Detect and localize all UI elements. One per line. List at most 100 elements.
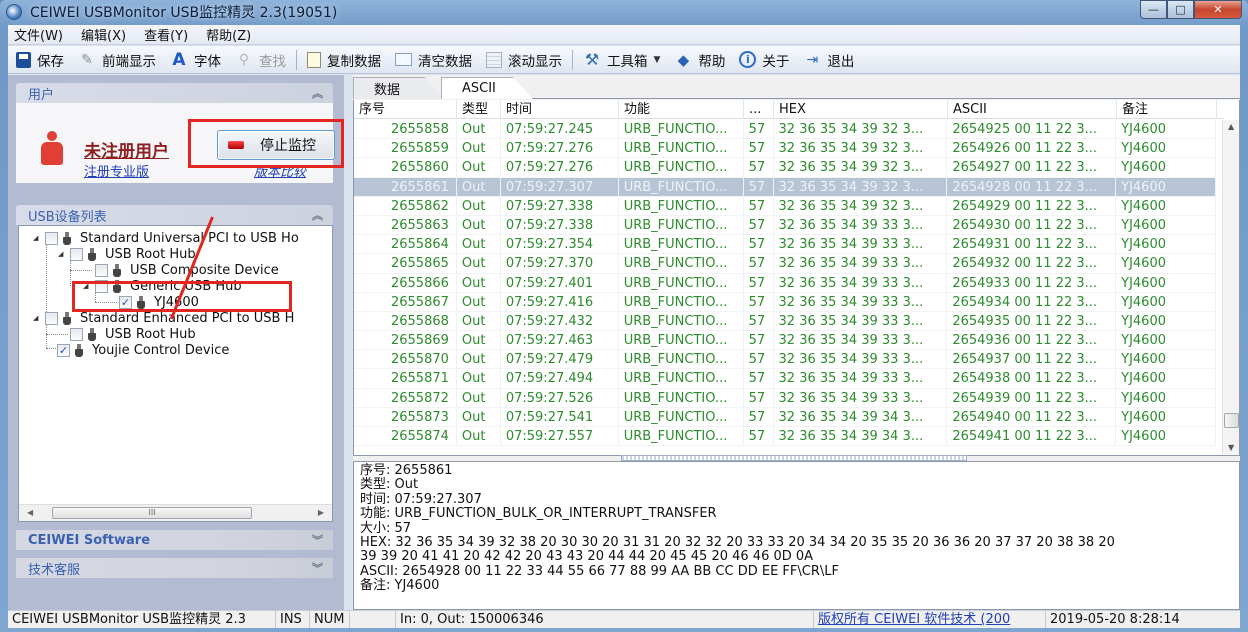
table-row[interactable]: 2655859 Out 07:59:27.276 URB_FUNCTIO... 57 32… [354, 139, 1217, 159]
column-header-type[interactable]: 类型 [457, 100, 501, 118]
save-button[interactable]: 保存 [16, 50, 64, 70]
scroll-display-button[interactable]: 滚动显示 [486, 50, 562, 70]
cell-note: YJ4600 [1116, 215, 1217, 235]
cell-seq: 2655871 [354, 369, 457, 388]
scrollbar-thumb[interactable] [1224, 413, 1239, 428]
cell-size: 57 [744, 388, 774, 407]
cell-size: 57 [744, 139, 774, 158]
tree-item-usb-root-hub[interactable]: ◢ USB Root Hub [58, 246, 196, 262]
column-header-seq[interactable]: 序号 [354, 100, 457, 118]
scroll-up-icon[interactable]: ▲ [1228, 122, 1234, 131]
scroll-icon [486, 51, 502, 68]
tree-expand-icon[interactable]: ◢ [33, 234, 41, 242]
scroll-right-icon[interactable]: ▶ [318, 508, 324, 517]
tree-expand-icon[interactable]: ◢ [33, 314, 41, 322]
tree-item-usb-root-hub-2[interactable]: USB Root Hub [70, 326, 196, 342]
copyright-link[interactable]: 版权所有 CEIWEI 软件技术 (200 [814, 611, 1046, 628]
help-button[interactable]: ◆ 帮助 [674, 50, 726, 70]
scroll-down-icon[interactable]: ▼ [1228, 443, 1234, 452]
column-header-note[interactable]: 备注 [1117, 100, 1217, 118]
grid-vertical-scrollbar[interactable]: ▲ ▼ [1222, 120, 1239, 454]
cell-seq: 2655861 [354, 177, 457, 196]
cell-size: 57 [744, 311, 774, 331]
checkbox[interactable] [45, 231, 58, 245]
detail-line: 时间: 07:59:27.307 [360, 491, 482, 507]
expand-icon[interactable]: ︾ [312, 532, 323, 548]
table-row[interactable]: 2655864 Out 07:59:27.354 URB_FUNCTIO... 57 32… [354, 235, 1217, 255]
table-row[interactable]: 2655862 Out 07:59:27.338 URB_FUNCTIO... 57 32… [354, 196, 1217, 216]
column-header-function[interactable]: 功能 [619, 100, 744, 118]
info-icon: i [739, 51, 757, 68]
table-row-selected[interactable]: 2655861 Out 07:59:27.307 URB_FUNCTIO... 57 32… [354, 177, 1217, 197]
scrollbar-thumb[interactable]: III [52, 507, 252, 519]
grid-header: 序号 类型 时间 功能 ... HEX ASCII 备注 [354, 100, 1224, 119]
column-header-time[interactable]: 时间 [501, 100, 619, 118]
maximize-button[interactable]: □ [1167, 0, 1194, 19]
font-button[interactable]: A 字体 [170, 50, 221, 70]
close-button[interactable]: ✕ [1194, 0, 1242, 19]
expand-icon[interactable]: ︾ [312, 560, 323, 576]
table-row[interactable]: 2655871 Out 07:59:27.494 URB_FUNCTIO... 57 32… [354, 369, 1217, 389]
clear-data-button[interactable]: 清空数据 [395, 50, 472, 70]
table-row[interactable]: 2655863 Out 07:59:27.338 URB_FUNCTIO... 57 32… [354, 215, 1217, 236]
table-row[interactable]: 2655874 Out 07:59:27.557 URB_FUNCTIO... 57 32… [354, 427, 1217, 447]
cell-size: 57 [744, 427, 774, 446]
cell-size: 57 [744, 177, 774, 196]
cell-time: 07:59:27.541 [501, 407, 619, 426]
tree-item-pci-enhanced[interactable]: ◢ Standard Enhanced PCI to USB H [33, 310, 294, 326]
checkbox[interactable] [45, 311, 58, 325]
table-row[interactable]: 2655872 Out 07:59:27.526 URB_FUNCTIO... 57 32… [354, 388, 1217, 408]
toolbox-button[interactable]: ⚒ 工具箱 ▼ [583, 50, 661, 70]
collapse-icon[interactable]: ︽ [312, 85, 323, 101]
table-row[interactable]: 2655867 Out 07:59:27.416 URB_FUNCTIO... 57 32… [354, 292, 1217, 312]
device-list-header[interactable]: USB设备列表 ︽ [16, 205, 333, 225]
unregistered-user-link[interactable]: 未注册用户 [84, 137, 169, 162]
table-row[interactable]: 2655866 Out 07:59:27.401 URB_FUNCTIO... 57 32… [354, 273, 1217, 293]
checkbox-checked[interactable]: ✓ [57, 343, 70, 357]
tab-data[interactable]: 数据 [353, 77, 445, 99]
table-row[interactable]: 2655860 Out 07:59:27.276 URB_FUNCTIO... 57 32… [354, 158, 1217, 178]
menu-view[interactable]: 查看(Y) [144, 25, 188, 44]
front-display-button[interactable]: ✎ 前端显示 [78, 50, 156, 70]
scroll-left-icon[interactable]: ◀ [27, 508, 33, 517]
collapse-icon[interactable]: ︽ [312, 207, 323, 223]
minimize-button[interactable]: — [1140, 0, 1167, 19]
user-panel-header[interactable]: 用户 ︽ [16, 83, 333, 103]
dropdown-arrow-icon: ▼ [653, 54, 661, 65]
cell-seq: 2655868 [354, 311, 457, 331]
cell-hex: 32 36 35 34 39 34 3... [774, 427, 948, 446]
cell-time: 07:59:27.307 [501, 177, 619, 196]
tree-expand-icon[interactable]: ◢ [58, 250, 66, 258]
checkbox[interactable] [95, 263, 108, 277]
menu-help[interactable]: 帮助(Z) [206, 25, 251, 44]
register-pro-link[interactable]: 注册专业版 [84, 161, 149, 180]
table-row[interactable]: 2655865 Out 07:59:27.370 URB_FUNCTIO... 57 32… [354, 254, 1217, 274]
tree-horizontal-scrollbar[interactable]: ◀ III ▶ [19, 504, 332, 521]
find-button[interactable]: ⚲ 查找 [235, 50, 286, 70]
table-row[interactable]: 2655870 Out 07:59:27.479 URB_FUNCTIO... 57 32… [354, 350, 1217, 370]
cell-time: 07:59:27.338 [501, 215, 619, 235]
usb-plug-icon [63, 231, 71, 245]
table-row[interactable]: 2655873 Out 07:59:27.541 URB_FUNCTIO... 57 32… [354, 407, 1217, 427]
tab-ascii[interactable]: ASCII [441, 77, 533, 99]
tree-item-youjie-control[interactable]: ✓ Youjie Control Device [57, 342, 229, 358]
table-row[interactable]: 2655868 Out 07:59:27.432 URB_FUNCTIO... 57 32… [354, 311, 1217, 332]
copy-data-button[interactable]: 复制数据 [307, 50, 381, 70]
cell-ascii: 2654929 00 11 22 3... [947, 196, 1117, 215]
exit-button[interactable]: ⇥ 退出 [803, 50, 855, 70]
detail-line: HEX: 32 36 35 34 39 32 38 20 30 30 20 31… [360, 535, 1115, 551]
cell-note: YJ4600 [1116, 254, 1217, 273]
column-header-hex[interactable]: HEX [774, 100, 948, 118]
column-header-size[interactable]: ... [744, 100, 774, 118]
column-header-ascii[interactable]: ASCII [948, 100, 1117, 118]
table-row[interactable]: 2655869 Out 07:59:27.463 URB_FUNCTIO... 57 32… [354, 331, 1217, 351]
checkbox[interactable] [70, 247, 83, 261]
menu-file[interactable]: 文件(W) [14, 25, 63, 44]
tree-item-pci-universal[interactable]: ◢ Standard Universal PCI to USB Ho [33, 230, 299, 246]
panel-ceiwei-software[interactable]: CEIWEI Software ︾ [16, 530, 333, 550]
menu-edit[interactable]: 编辑(X) [81, 25, 126, 44]
panel-tech-support[interactable]: 技术客服 ︾ [16, 558, 333, 578]
about-button[interactable]: i 关于 [739, 50, 789, 70]
checkbox[interactable] [70, 327, 83, 341]
table-row[interactable]: 2655858 Out 07:59:27.245 URB_FUNCTIO... 57 32… [354, 120, 1217, 140]
